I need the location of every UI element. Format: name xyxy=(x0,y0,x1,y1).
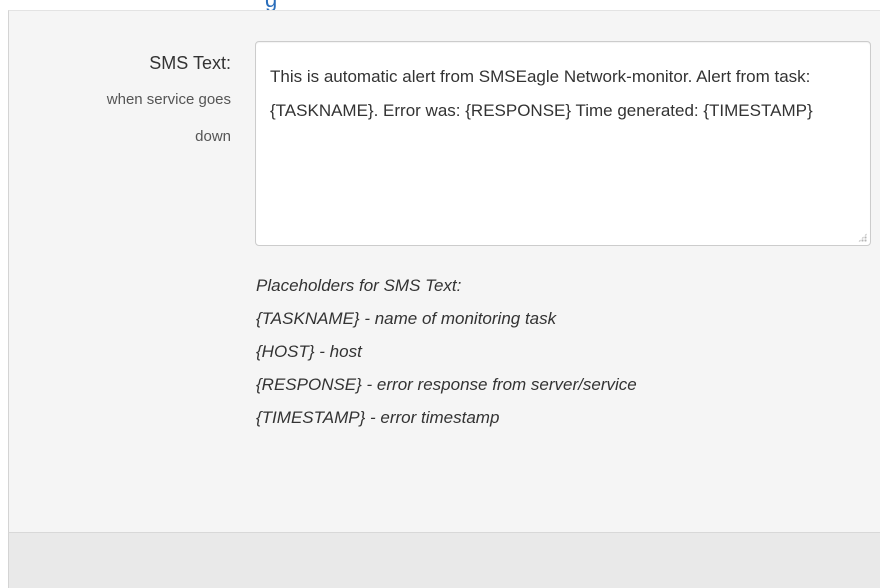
sms-text-sublabel-line-1: when service goes xyxy=(106,91,231,108)
page: g SMS Text: when service goes down This … xyxy=(0,0,880,588)
sms-text-label-group: SMS Text: when service goes down xyxy=(8,38,231,155)
sms-text-textarea[interactable]: This is automatic alert from SMSEagle Ne… xyxy=(255,41,871,246)
placeholder-item-taskname: {TASKNAME} - name of monitoring task xyxy=(256,309,557,328)
placeholders-help: Placeholders for SMS Text: {TASKNAME} - … xyxy=(256,270,856,435)
placeholders-help-title: Placeholders for SMS Text: xyxy=(256,276,462,295)
section-heading-fragment: g xyxy=(265,0,277,10)
sms-text-value: This is automatic alert from SMSEagle Ne… xyxy=(270,67,813,120)
top-strip: g xyxy=(0,0,880,10)
sms-text-sublabel-line-2: down xyxy=(195,128,231,145)
placeholder-item-host: {HOST} - host xyxy=(256,342,362,361)
placeholder-item-response: {RESPONSE} - error response from server/… xyxy=(256,375,637,394)
placeholder-item-timestamp: {TIMESTAMP} - error timestamp xyxy=(256,408,500,427)
form-footer-bar xyxy=(8,532,880,588)
resize-handle-icon[interactable] xyxy=(858,233,867,242)
sms-text-label: SMS Text: xyxy=(149,53,231,73)
